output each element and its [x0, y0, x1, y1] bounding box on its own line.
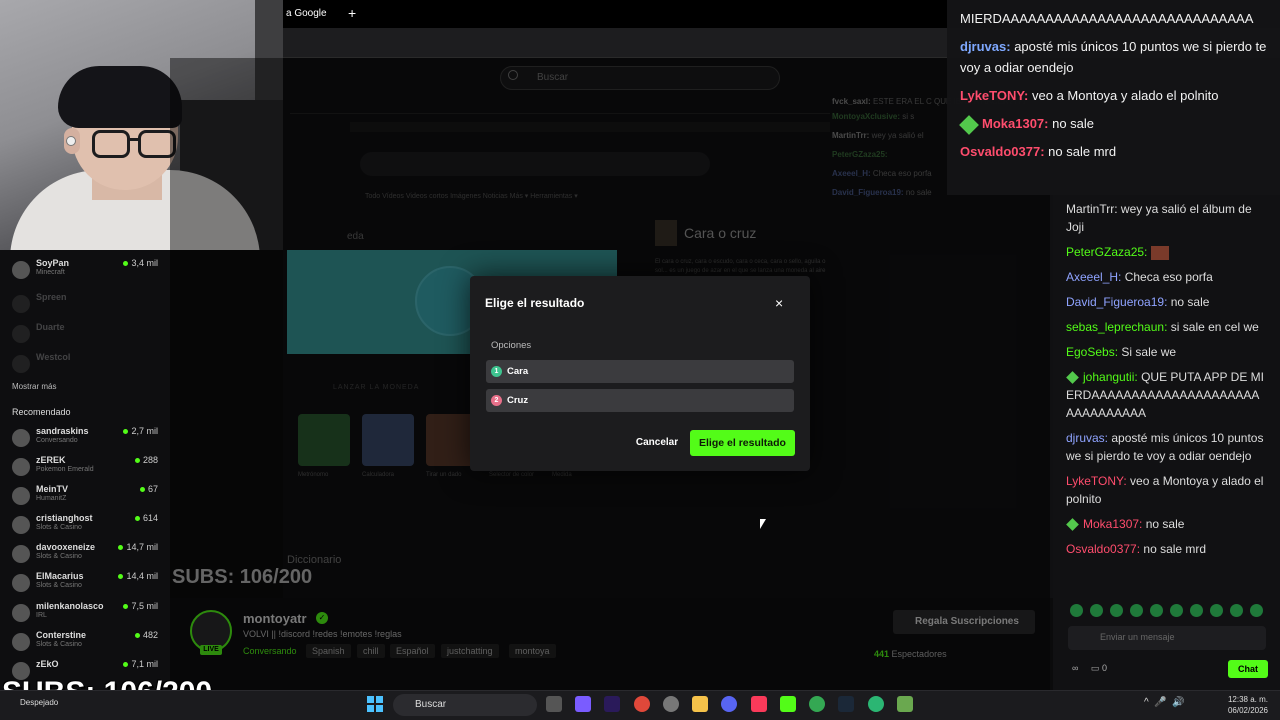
- weather-widget[interactable]: Despejado: [20, 698, 58, 707]
- sidebar-channel[interactable]: milenkanolasco IRL 7,5 mil: [12, 601, 162, 629]
- overlay-message: djruvas: aposté mis únicos 10 puntos we …: [960, 39, 1267, 75]
- overlay-message: Osvaldo0377: no sale mrd: [960, 144, 1117, 159]
- glasses-bridge: [128, 138, 140, 141]
- emote-icon[interactable]: [1150, 604, 1163, 617]
- chat-message-list: MartinTrr: wey ya salió el álbum de Joji…: [1066, 200, 1266, 565]
- sidebar-channel[interactable]: Spreen: [12, 292, 162, 320]
- sidebar-channel[interactable]: Duarte: [12, 322, 162, 350]
- recommended-heading: Recomendado: [12, 407, 71, 417]
- emote-icon[interactable]: [1170, 604, 1183, 617]
- chat-message: Osvaldo0377: no sale mrd: [1066, 542, 1207, 556]
- option-cruz[interactable]: 2 Cruz: [486, 389, 794, 412]
- avatar: [12, 261, 30, 279]
- emote-icon[interactable]: [1230, 604, 1243, 617]
- chat-message: djruvas: aposté mis únicos 10 puntos we …: [1066, 431, 1264, 463]
- option-label: Cara: [507, 366, 529, 377]
- show-more-link[interactable]: Mostrar más: [12, 382, 56, 391]
- avatar: [12, 545, 30, 563]
- system-tray[interactable]: ^ 🎤 🔊: [1144, 697, 1185, 708]
- modal-title: Elige el resultado: [485, 296, 585, 310]
- chat-input[interactable]: Enviar un mensaje: [1068, 626, 1266, 650]
- sidebar-channel[interactable]: zEREK Pokemon Emerald 288: [12, 455, 162, 483]
- spotify-icon[interactable]: [868, 696, 884, 712]
- task-view-icon[interactable]: [546, 696, 562, 712]
- chat-message: MartinTrr: wey ya salió el álbum de Joji: [1066, 202, 1252, 234]
- chat-message: LykeTONY: veo a Montoya y alado el polni…: [1066, 474, 1264, 506]
- new-tab-button[interactable]: +: [348, 5, 356, 21]
- browser-tab-title[interactable]: a Google: [286, 8, 327, 19]
- discord-icon[interactable]: [721, 696, 737, 712]
- chat-points: ∞ ▭ 0: [1072, 663, 1107, 673]
- option-label: Cruz: [507, 395, 529, 406]
- sidebar-channel[interactable]: MeinTV HumanitZ 67: [12, 484, 162, 512]
- emote-icon: [1150, 245, 1169, 260]
- avatar: [12, 458, 30, 476]
- avatar: [12, 633, 30, 651]
- overlay-message: Moka1307: no sale: [959, 113, 1267, 135]
- emote-icon[interactable]: [1250, 604, 1263, 617]
- cancel-button[interactable]: Cancelar: [628, 431, 686, 455]
- taskbar-search[interactable]: Buscar: [393, 694, 537, 716]
- choose-result-button[interactable]: Elige el resultado: [690, 430, 795, 456]
- option-number: 1: [491, 366, 502, 377]
- avatar: [12, 325, 30, 343]
- obs-icon[interactable]: [663, 696, 679, 712]
- streamer-hair: [58, 66, 182, 128]
- emote-icon[interactable]: [1070, 604, 1083, 617]
- chat-message: Moka1307: no sale: [1066, 515, 1266, 533]
- music-icon[interactable]: [751, 696, 767, 712]
- emote-icon[interactable]: [1210, 604, 1223, 617]
- sidebar-channel[interactable]: SoyPan Minecraft 3,4 mil: [12, 258, 162, 286]
- chat-send-button[interactable]: Chat: [1228, 660, 1268, 678]
- chat-message: sebas_leprechaun: si sale en cel we: [1066, 320, 1259, 334]
- minecraft-icon[interactable]: [897, 696, 913, 712]
- overlay-message: LykeTONY: veo a Montoya y alado el polni…: [960, 88, 1219, 103]
- options-label: Opciones: [491, 340, 532, 351]
- emote-icon[interactable]: [1110, 604, 1123, 617]
- chat-message: Axeeel_H: Checa eso porfa: [1066, 270, 1213, 284]
- avatar: [12, 604, 30, 622]
- emote-icon[interactable]: [1190, 604, 1203, 617]
- sidebar-channel[interactable]: cristianghost Slots & Casino 614: [12, 513, 162, 541]
- sidebar-channel[interactable]: sandraskins Conversando 2,7 mil: [12, 426, 162, 454]
- sidebar-channel[interactable]: davooxeneize Slots & Casino 14,7 mil: [12, 542, 162, 570]
- badge-icon: [1066, 518, 1079, 532]
- premiere-icon[interactable]: [604, 696, 620, 712]
- option-cara[interactable]: 1 Cara: [486, 360, 794, 383]
- overlay-message: MIERDAAAAAAAAAAAAAAAAAAAAAAAAAAAAA: [960, 11, 1254, 26]
- avatar: [12, 429, 30, 447]
- sidebar-channel[interactable]: Conterstine Slots & Casino 482: [12, 630, 162, 658]
- sidebar-channel[interactable]: Westcol: [12, 352, 162, 380]
- chat-message: EgoSebs: Si sale we: [1066, 345, 1177, 359]
- chat-message: johangutii: QUE PUTA APP DE MIERDAAAAAAA…: [1066, 370, 1264, 420]
- windows-start-icon[interactable]: [367, 696, 383, 712]
- avatar: [12, 516, 30, 534]
- mouse-cursor-icon: [760, 519, 766, 529]
- taskbar-clock[interactable]: 12:38 a. m. 06/02/2026: [1188, 694, 1268, 716]
- chrome-icon[interactable]: [634, 696, 650, 712]
- sidebar-channel[interactable]: ElMacarius Slots & Casino 14,4 mil: [12, 571, 162, 599]
- copilot-icon[interactable]: [575, 696, 591, 712]
- close-icon[interactable]: ×: [775, 295, 783, 311]
- glasses-icon: [92, 130, 130, 158]
- chat-message: PeterGZaza25:: [1066, 243, 1266, 261]
- overlay-chat: MIERDAAAAAAAAAAAAAAAAAAAAAAAAAAAAA djruv…: [947, 0, 1280, 195]
- chrome-alt-icon[interactable]: [809, 696, 825, 712]
- avatar: [12, 574, 30, 592]
- avatar: [12, 355, 30, 373]
- avatar: [12, 487, 30, 505]
- folder-icon[interactable]: [692, 696, 708, 712]
- emote-icon[interactable]: [1130, 604, 1143, 617]
- chat-message: David_Figueroa19: no sale: [1066, 295, 1210, 309]
- kick-icon[interactable]: [780, 696, 796, 712]
- badge-icon: [959, 114, 979, 135]
- steam-icon[interactable]: [838, 696, 854, 712]
- emote-icon[interactable]: [1090, 604, 1103, 617]
- avatar: [12, 295, 30, 313]
- badge-icon: [1066, 371, 1079, 385]
- earphone-icon: [66, 136, 76, 146]
- option-number: 2: [491, 395, 502, 406]
